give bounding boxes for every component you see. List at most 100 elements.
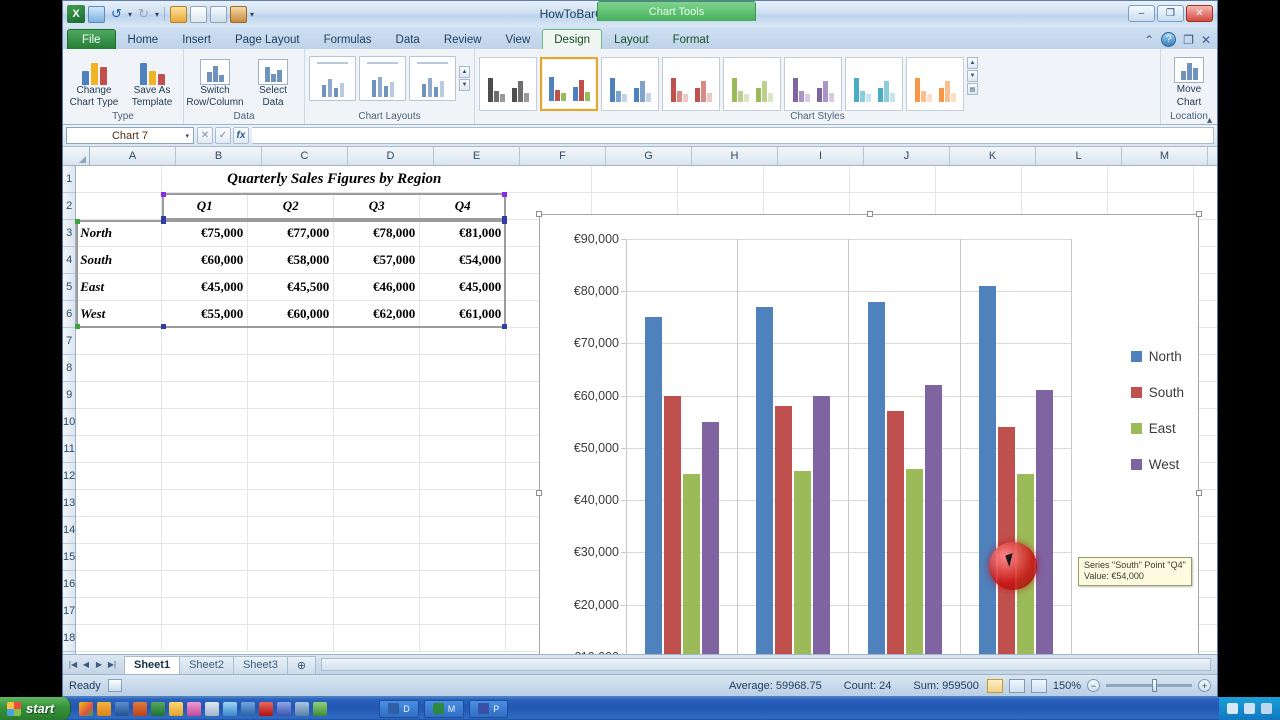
cell-E4[interactable]: €54,000 bbox=[420, 247, 507, 273]
cell-C7[interactable] bbox=[248, 328, 335, 354]
save-icon[interactable] bbox=[88, 5, 105, 23]
taskbar-task-other[interactable]: P bbox=[469, 699, 509, 718]
tab-data[interactable]: Data bbox=[384, 29, 432, 49]
page-break-view-button[interactable] bbox=[1030, 678, 1047, 693]
cell-E2-q4[interactable]: Q4 bbox=[420, 193, 507, 219]
cell-F1[interactable] bbox=[506, 166, 593, 192]
cell-D2-q3[interactable]: Q3 bbox=[334, 193, 421, 219]
column-header-A[interactable]: A bbox=[90, 147, 176, 165]
cell-A10[interactable] bbox=[76, 409, 163, 435]
cell-B3[interactable]: €75,000 bbox=[162, 220, 249, 246]
cell-B9[interactable] bbox=[162, 382, 249, 408]
chart-style-2[interactable] bbox=[540, 57, 598, 111]
tray-volume-icon[interactable] bbox=[1261, 703, 1272, 714]
cell-D16[interactable] bbox=[334, 571, 421, 597]
chart-handle-w[interactable] bbox=[536, 490, 542, 496]
cell-A2[interactable] bbox=[76, 193, 163, 219]
enter-formula-button[interactable]: ✓ bbox=[215, 127, 231, 144]
cell-A18[interactable] bbox=[76, 625, 163, 651]
bar-north-q1[interactable] bbox=[644, 317, 662, 654]
zoom-in-button[interactable]: + bbox=[1198, 679, 1211, 692]
cell-E6[interactable]: €61,000 bbox=[420, 301, 507, 327]
chart-layouts-scroll-up-button[interactable]: ▲ bbox=[459, 66, 470, 78]
chart-object[interactable]: €90,000 €80,000 €70,000 €60,000 €50,000 bbox=[536, 211, 1202, 654]
column-header-G[interactable]: G bbox=[606, 147, 692, 165]
cell-C14[interactable] bbox=[248, 517, 335, 543]
help-icon[interactable]: ? bbox=[1161, 32, 1177, 47]
chart-handle-e[interactable] bbox=[1196, 490, 1202, 496]
cell-D13[interactable] bbox=[334, 490, 421, 516]
cell-E9[interactable] bbox=[420, 382, 507, 408]
switch-row-column-button[interactable]: Switch Row/Column bbox=[186, 53, 244, 108]
tab-file[interactable]: File bbox=[67, 29, 116, 49]
cell-D7[interactable] bbox=[334, 328, 421, 354]
tab-view[interactable]: View bbox=[494, 29, 543, 49]
new-document-icon[interactable] bbox=[190, 5, 208, 23]
cell-A7[interactable] bbox=[76, 328, 163, 354]
cell-E11[interactable] bbox=[420, 436, 507, 462]
cell-C18[interactable] bbox=[248, 625, 335, 651]
bar-north-q4[interactable] bbox=[979, 286, 997, 654]
cell-B7[interactable] bbox=[162, 328, 249, 354]
chart-style-7[interactable] bbox=[845, 57, 903, 111]
chart-style-1[interactable] bbox=[479, 57, 537, 111]
column-header-J[interactable]: J bbox=[864, 147, 950, 165]
bar-west-q1[interactable] bbox=[701, 421, 719, 654]
cell-E12[interactable] bbox=[420, 463, 507, 489]
cell-C12[interactable] bbox=[248, 463, 335, 489]
cancel-formula-button[interactable]: ✕ bbox=[197, 127, 213, 144]
cell-A16[interactable] bbox=[76, 571, 163, 597]
cell-A9[interactable] bbox=[76, 382, 163, 408]
tab-insert[interactable]: Insert bbox=[170, 29, 223, 49]
cell-C16[interactable] bbox=[248, 571, 335, 597]
select-data-button[interactable]: Select Data bbox=[246, 53, 300, 108]
undo-icon[interactable]: ↺ bbox=[108, 6, 125, 23]
cell-K1[interactable] bbox=[936, 166, 1023, 192]
tab-format[interactable]: Format bbox=[661, 29, 721, 49]
notepad-icon[interactable] bbox=[313, 701, 328, 716]
name-box-caret-icon[interactable]: ▾ bbox=[185, 132, 189, 140]
bar-north-q3[interactable] bbox=[867, 301, 885, 654]
legend-item-north[interactable]: North bbox=[1130, 349, 1184, 364]
last-sheet-button[interactable]: ▶| bbox=[106, 658, 118, 672]
bar-south-q2[interactable] bbox=[775, 406, 793, 654]
chart-layout-thumb-1[interactable] bbox=[309, 56, 356, 101]
chart-style-3[interactable] bbox=[601, 57, 659, 111]
first-sheet-button[interactable]: |◀ bbox=[67, 658, 79, 672]
customize-qat-caret[interactable]: ▾ bbox=[250, 10, 254, 19]
monitor-icon[interactable] bbox=[205, 701, 220, 716]
cell-B2-q1[interactable]: Q1 bbox=[162, 193, 249, 219]
prev-sheet-button[interactable]: ◀ bbox=[80, 658, 92, 672]
cell-C6[interactable]: €60,000 bbox=[248, 301, 335, 327]
taskbar-task-word[interactable]: D bbox=[379, 699, 419, 718]
cell-D14[interactable] bbox=[334, 517, 421, 543]
tab-design[interactable]: Design bbox=[542, 29, 603, 49]
ribbon-collapse-icon[interactable]: ▲ bbox=[1205, 115, 1214, 125]
excel-logo-icon[interactable]: X bbox=[67, 5, 85, 23]
cell-D3[interactable]: €78,000 bbox=[334, 220, 421, 246]
row-header-8[interactable]: 8 bbox=[63, 355, 76, 382]
cell-A6-region[interactable]: West bbox=[76, 301, 163, 327]
word-icon[interactable] bbox=[115, 701, 130, 716]
print-preview-icon[interactable] bbox=[210, 5, 228, 23]
media-player-icon[interactable] bbox=[241, 701, 256, 716]
bar-south-q1[interactable] bbox=[663, 395, 681, 654]
open-folder-icon[interactable] bbox=[170, 5, 188, 23]
row-header-1[interactable]: 1 bbox=[63, 166, 76, 193]
chart-layout-thumb-3[interactable] bbox=[409, 56, 456, 101]
cell-B8[interactable] bbox=[162, 355, 249, 381]
cell-B4[interactable]: €60,000 bbox=[162, 247, 249, 273]
row-header-6[interactable]: 6 bbox=[63, 301, 76, 328]
row-header-17[interactable]: 17 bbox=[63, 598, 76, 625]
cell-E16[interactable] bbox=[420, 571, 507, 597]
tray-shield-icon[interactable] bbox=[1227, 703, 1238, 714]
cell-B12[interactable] bbox=[162, 463, 249, 489]
column-header-F[interactable]: F bbox=[520, 147, 606, 165]
row-header-5[interactable]: 5 bbox=[63, 274, 76, 301]
cell-D8[interactable] bbox=[334, 355, 421, 381]
cell-E5[interactable]: €45,000 bbox=[420, 274, 507, 300]
page-layout-view-button[interactable] bbox=[1008, 678, 1025, 693]
zoom-out-button[interactable]: − bbox=[1087, 679, 1100, 692]
chart-handle-n[interactable] bbox=[867, 211, 873, 217]
cell-C8[interactable] bbox=[248, 355, 335, 381]
